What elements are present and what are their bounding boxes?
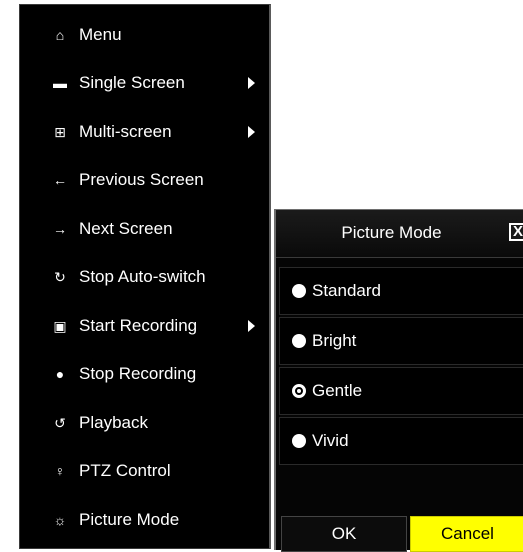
menu-item-label: Playback xyxy=(79,413,148,433)
picture-mode-icon: ☼ xyxy=(53,512,67,529)
menu-item-label: Start Recording xyxy=(79,316,198,336)
menu-item-picture-mode[interactable]: ☼ Picture Mode xyxy=(20,496,270,544)
arrow-left-icon: ← xyxy=(53,172,67,189)
menu-item-previous-screen[interactable]: ← Previous Screen xyxy=(20,156,270,204)
submenu-arrow-icon xyxy=(248,77,255,90)
stop-auto-switch-icon: ↻ xyxy=(54,269,66,286)
playback-icon: ↺ xyxy=(54,415,66,432)
menu-item-stop-recording[interactable]: ● Stop Recording xyxy=(20,350,270,398)
menu-item-playback[interactable]: ↺ Playback xyxy=(20,399,270,447)
multi-screen-icon: ⊞ xyxy=(54,124,66,141)
camera-icon: ▬ xyxy=(53,75,67,92)
radio-option-standard[interactable]: Standard xyxy=(279,267,523,315)
close-icon[interactable]: X xyxy=(509,223,523,241)
option-label: Gentle xyxy=(312,381,363,400)
menu-item-next-screen[interactable]: → Next Screen xyxy=(20,205,270,253)
option-label: Bright xyxy=(312,331,357,350)
radio-option-vivid[interactable]: Vivid xyxy=(279,417,523,465)
option-label: Standard xyxy=(312,281,381,300)
menu-item-ptz-control[interactable]: ♀ PTZ Control xyxy=(20,447,270,495)
ok-button[interactable]: OK xyxy=(281,516,407,552)
menu-item-label: Next Screen xyxy=(79,219,173,239)
menu-item-label: Single Screen xyxy=(79,73,185,93)
cancel-button[interactable]: Cancel xyxy=(410,516,523,552)
dialog-header: Picture Mode xyxy=(276,210,523,258)
record-icon: ▣ xyxy=(53,318,67,335)
menu-item-label: Menu xyxy=(79,25,122,45)
radio-button[interactable] xyxy=(292,434,306,448)
menu-item-multi-screen[interactable]: ⊞ Multi-screen xyxy=(20,108,270,156)
menu-item-single-screen[interactable]: ▬ Single Screen xyxy=(20,59,270,107)
radio-button[interactable] xyxy=(292,334,306,348)
menu-item-stop-auto-switch[interactable]: ↻ Stop Auto-switch xyxy=(20,253,270,301)
menu-item-start-recording[interactable]: ▣ Start Recording xyxy=(20,302,270,350)
radio-button-selected[interactable] xyxy=(292,384,306,398)
ptz-icon: ♀ xyxy=(54,463,66,480)
stop-record-icon: ● xyxy=(55,366,65,383)
dialog-title: Picture Mode xyxy=(341,223,442,242)
home-icon: ⌂ xyxy=(55,27,65,44)
menu-item-label: Stop Recording xyxy=(79,364,197,384)
option-label: Vivid xyxy=(312,431,349,450)
submenu-arrow-icon xyxy=(248,320,255,333)
submenu-arrow-icon xyxy=(248,126,255,139)
menu-item-label: Previous Screen xyxy=(79,170,204,190)
radio-option-bright[interactable]: Bright xyxy=(279,317,523,365)
menu-item-label: Stop Auto-switch xyxy=(79,267,206,287)
arrow-right-icon: → xyxy=(53,221,67,238)
radio-option-gentle[interactable]: Gentle xyxy=(279,367,523,415)
context-menu: ⌂ Menu ▬ Single Screen ⊞ Multi-screen ← … xyxy=(19,4,271,549)
menu-item-label: PTZ Control xyxy=(79,461,171,481)
radio-button[interactable] xyxy=(292,284,306,298)
menu-item-menu[interactable]: ⌂ Menu xyxy=(20,11,270,59)
menu-item-label: Picture Mode xyxy=(79,510,180,530)
picture-mode-dialog: Picture Mode X Standard Bright Gentle Vi… xyxy=(274,209,523,552)
menu-item-label: Multi-screen xyxy=(79,122,172,142)
